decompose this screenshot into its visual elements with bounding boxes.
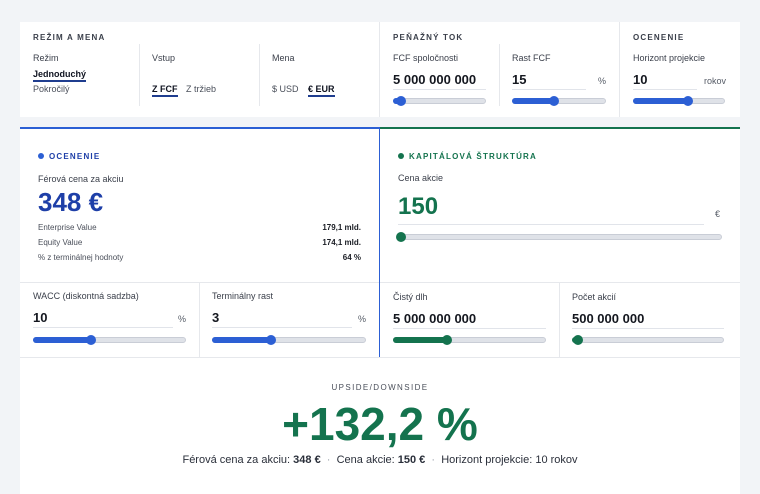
share-count-slider[interactable] (572, 335, 724, 345)
wacc-slider-fill (33, 337, 92, 343)
summary-price-label: Cena akcie: (336, 454, 395, 466)
fair-price-value: 348 € (38, 187, 104, 217)
mode-option-simple[interactable]: Jednoduchý (33, 69, 87, 82)
divider (20, 357, 740, 358)
terminal-growth-input-underline (212, 327, 352, 328)
net-debt-slider-fill (393, 337, 448, 343)
wacc-slider-thumb[interactable] (86, 335, 96, 345)
horizon-unit: rokov (704, 76, 727, 86)
settings-card: REŽIM A MENA Režim Jednoduchý Pokročilý … (20, 22, 740, 117)
valuation-section-title: OCENENIE (49, 152, 101, 161)
fcf-input-underline (393, 89, 486, 90)
upside-title: UPSIDE/DOWNSIDE (331, 383, 429, 392)
input-option-revenue[interactable]: Z tržieb (186, 84, 216, 94)
mode-label: Režim (33, 53, 59, 63)
fcf-slider[interactable] (393, 96, 486, 106)
share-count-input[interactable]: 500 000 000 (572, 311, 644, 326)
net-debt-slider-thumb[interactable] (442, 335, 452, 345)
divider (139, 44, 140, 106)
column-divider (379, 127, 380, 357)
growth-unit: % (598, 76, 607, 86)
divider (380, 282, 740, 283)
terminal-growth-input[interactable]: 3 (212, 310, 219, 325)
summary-fair-label: Férová cena za akciu: (182, 454, 291, 466)
main-card: OCENENIE Férová cena za akciu 348 € Ente… (20, 127, 740, 494)
growth-slider[interactable] (512, 96, 606, 106)
terminal-growth-slider-fill (212, 337, 272, 343)
summary-fair-value: 348 € (293, 454, 321, 466)
mode-option-advanced[interactable]: Pokročilý (33, 84, 70, 94)
upside-summary: Férová cena za akciu: 348 € · Cena akcie… (20, 454, 740, 466)
valuation-dot-icon (38, 153, 44, 159)
valuation-top-section-title: OCENENIE (633, 33, 685, 42)
fcf-label: FCF spoločnosti (393, 53, 459, 63)
wacc-input[interactable]: 10 (33, 310, 47, 325)
terminal-growth-label: Terminálny rast (212, 291, 274, 301)
share-price-input[interactable]: 150 (398, 193, 438, 221)
divider (199, 282, 200, 357)
terminal-share-label: % z terminálnej hodnoty (38, 253, 124, 262)
net-debt-label: Čistý dlh (393, 292, 428, 302)
summary-horizon: Horizont projekcie: 10 rokov (441, 454, 578, 466)
share-count-input-underline (572, 328, 724, 329)
share-price-unit: € (715, 209, 721, 219)
capital-section-title: KAPITÁLOVÁ ŠTRUKTÚRA (409, 152, 537, 161)
summary-separator: · (428, 454, 439, 466)
horizon-slider[interactable] (633, 96, 725, 106)
net-debt-input[interactable]: 5 000 000 000 (393, 311, 476, 326)
ev-value: 179,1 mld. (322, 223, 361, 232)
horizon-input[interactable]: 10 (633, 72, 647, 87)
wacc-slider[interactable] (33, 335, 186, 345)
terminal-growth-slider-thumb[interactable] (266, 335, 276, 345)
capital-accent-bar (380, 127, 740, 129)
horizon-slider-fill (633, 98, 689, 104)
share-count-label: Počet akcií (572, 292, 617, 302)
ev-label: Enterprise Value (38, 223, 97, 232)
growth-slider-thumb[interactable] (549, 96, 559, 106)
input-option-fcf[interactable]: Z FCF (152, 84, 178, 97)
divider (499, 44, 500, 106)
summary-separator: · (323, 454, 334, 466)
share-count-slider-thumb[interactable] (573, 335, 583, 345)
wacc-label: WACC (diskontná sadzba) (33, 291, 139, 301)
growth-input-underline (512, 89, 586, 90)
summary-price-value: 150 € (397, 454, 426, 466)
mode-section-title: REŽIM A MENA (33, 33, 106, 42)
growth-label: Rast FCF (512, 53, 551, 63)
equity-value: 174,1 mld. (322, 238, 361, 247)
horizon-input-underline (633, 89, 697, 90)
valuation-accent-bar (20, 127, 379, 129)
horizon-label: Horizont projekcie (633, 53, 706, 63)
horizon-slider-thumb[interactable] (683, 96, 693, 106)
fcf-slider-thumb[interactable] (396, 96, 406, 106)
wacc-input-underline (33, 327, 173, 328)
wacc-unit: % (178, 314, 187, 324)
terminal-share-value: 64 % (342, 253, 361, 262)
section-divider (619, 22, 620, 117)
growth-input[interactable]: 15 (512, 72, 526, 87)
share-price-slider[interactable] (396, 232, 722, 242)
net-debt-input-underline (393, 328, 546, 329)
share-price-label: Cena akcie (398, 173, 444, 183)
net-debt-slider[interactable] (393, 335, 546, 345)
input-label: Vstup (152, 53, 176, 63)
currency-label: Mena (272, 53, 295, 63)
currency-option-usd[interactable]: $ USD (272, 84, 299, 94)
upside-value: +132,2 % (282, 398, 478, 450)
fcf-input[interactable]: 5 000 000 000 (393, 72, 476, 87)
currency-option-eur[interactable]: € EUR (308, 84, 335, 97)
section-divider (379, 22, 380, 117)
terminal-growth-unit: % (358, 314, 367, 324)
capital-dot-icon (398, 153, 404, 159)
divider (559, 282, 560, 357)
share-price-input-underline (398, 224, 704, 225)
divider (259, 44, 260, 106)
terminal-growth-slider[interactable] (212, 335, 366, 345)
fair-price-label: Férová cena za akciu (38, 174, 124, 184)
equity-label: Equity Value (38, 238, 83, 247)
cashflow-section-title: PEŇAŽNÝ TOK (393, 33, 464, 42)
share-price-slider-thumb[interactable] (396, 232, 406, 242)
